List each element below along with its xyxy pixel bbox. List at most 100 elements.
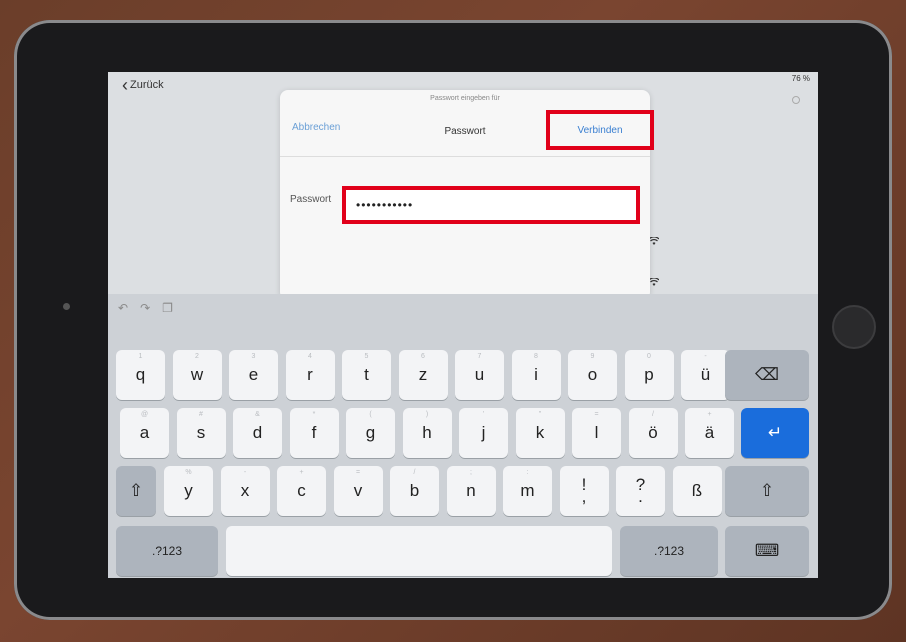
key-g[interactable]: g( [346,408,395,458]
key-r[interactable]: r4 [285,350,335,400]
undo-icon[interactable]: ↶ [118,301,128,315]
key-ü[interactable]: ü- [681,350,730,400]
delete-icon[interactable]: ⌫ [725,350,809,400]
key-hint: % [185,469,192,476]
key-label: d [252,423,263,442]
key-ö[interactable]: ö / [628,408,678,458]
key-label: o [587,365,598,384]
key-6[interactable]: m: [503,466,552,516]
key-hint: 9 [590,353,595,360]
key-5[interactable]: n; [446,466,496,516]
key-label: s [196,423,206,442]
key-label: .?123 [151,544,183,558]
key-label: c [297,481,306,500]
key-label: l [594,423,599,442]
key-9[interactable]: ß [672,466,722,516]
shift-left-icon[interactable]: ⇧ [116,466,156,516]
key-8[interactable]: ? . [616,466,665,516]
key-j[interactable]: j ' [459,408,508,458]
key-q[interactable]: q1 [116,350,165,400]
back-label: Zurück [130,79,164,91]
key-hint: ) [425,411,429,418]
key-hint: 8 [534,353,538,360]
connect-label: Verbinden [577,124,623,136]
key-label: p [644,365,654,384]
key-k[interactable]: k " [515,408,565,458]
key-hint: / [652,411,654,418]
key-hint: " [538,411,542,418]
key-label: ß [691,481,703,500]
key-label: a [139,423,150,442]
key-label: g [365,423,376,442]
key-hint: # [199,411,203,418]
password-input[interactable]: ••••••••••• [342,186,640,224]
key-label: e [248,365,259,384]
camera-icon [63,303,70,310]
key-label: y [184,481,193,500]
key-hint: ( [369,411,372,418]
key-label: q [135,365,146,384]
wifi-icon [648,236,660,247]
key-label: u [474,365,485,384]
key-0[interactable]: y% [164,466,213,516]
key-f[interactable]: f * [289,408,339,458]
back-button[interactable]: ‹ Zurück [122,76,164,94]
key-label: b [409,481,420,500]
key-w[interactable]: w2 [172,350,222,400]
key-label: ? . [635,475,646,506]
key-hint: 0 [647,353,651,360]
key-h[interactable]: h) [402,408,452,458]
key-hint: & [255,411,260,418]
password-dialog: Passwort eingeben für Abbrechen Passwort… [280,90,654,300]
key-u[interactable]: u7 [455,350,504,400]
key-1[interactable]: x- [220,466,270,516]
key-e[interactable]: e3 [229,350,278,400]
key-4[interactable]: b / [390,466,439,516]
key-hint: 7 [477,353,482,360]
key-hint: * [312,411,316,418]
numbers-key-left[interactable]: .?123 [116,526,218,576]
key-7[interactable]: ! , [559,466,609,516]
home-button[interactable] [832,305,876,349]
key-o[interactable]: o9 [568,350,617,400]
key-d[interactable]: d & [233,408,282,458]
key-hint: 6 [421,353,425,360]
return-icon[interactable]: ↵ [741,408,809,458]
key-hint: - [704,353,707,360]
key-a[interactable]: a @ [120,408,169,458]
key-hint: 4 [308,353,312,360]
key-label: ↵ [767,423,783,442]
space-bar[interactable] [226,526,612,576]
dialog-prompt: Passwort eingeben für [430,95,500,102]
key-z[interactable]: z6 [398,350,448,400]
key-label: i [534,365,538,384]
key-hint: 2 [195,353,199,360]
paste-icon[interactable]: ❐ [162,301,173,315]
numbers-key-right[interactable]: .?123 [620,526,718,576]
key-label: j [481,423,486,442]
shift-right-icon[interactable]: ⇧ [725,466,809,516]
key-l[interactable]: l = [572,408,621,458]
key-label: ! , [581,475,587,506]
key-t[interactable]: t5 [342,350,391,400]
key-hint: ; [470,469,472,476]
password-label: Passwort [290,194,332,205]
key-i[interactable]: i8 [511,350,561,400]
redo-icon[interactable]: ↷ [140,301,150,315]
key-label: x [240,481,250,500]
key-3[interactable]: v = [333,466,383,516]
key-hint: : [526,469,529,476]
key-p[interactable]: p0 [624,350,674,400]
spinner-icon [792,96,800,104]
key-label: ö [648,423,658,442]
screen: 7 6 % ‹ Zurück Passwort eingeben für Abbr… [108,72,818,578]
divider [280,156,650,157]
key-label: .?123 [653,544,685,558]
key-label: f [311,423,317,442]
key-ä[interactable]: ä + [685,408,734,458]
key-hint: 1 [138,353,143,360]
connect-button[interactable]: Verbinden [546,110,654,150]
key-s[interactable]: s # [176,408,226,458]
key-2[interactable]: c + [277,466,326,516]
hide-keyboard-icon[interactable]: ⌨ [725,526,809,576]
